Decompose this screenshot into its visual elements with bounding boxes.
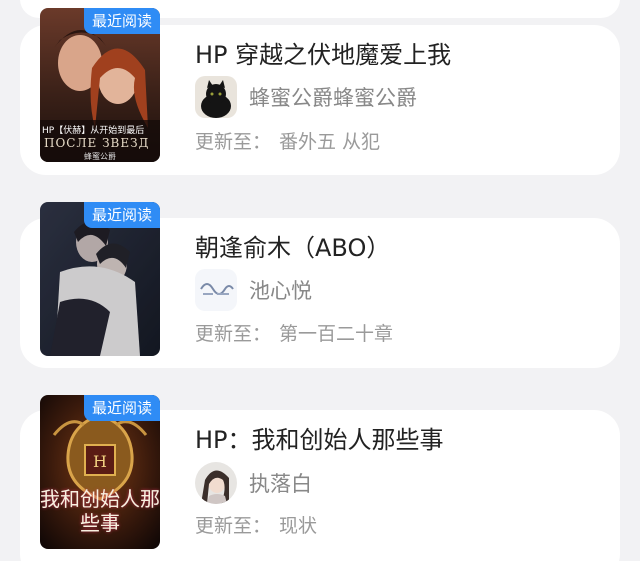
author-name: 执落白 [249, 472, 312, 496]
update-prefix: 更新至： [195, 515, 272, 537]
cover-author: 蜂蜜公爵 [84, 152, 116, 161]
update-prefix: 更新至： [195, 323, 272, 345]
update-prefix: 更新至： [195, 131, 272, 153]
book-cover[interactable]: HP【伏赫】从开始到最后 ПОСЛЕ ЗВЕЗД 蜂蜜公爵 最近阅读 [40, 8, 160, 162]
book-cover[interactable]: 最近阅读 [40, 202, 160, 356]
author-name: 池心悦 [249, 279, 312, 303]
recent-read-badge: 最近阅读 [83, 8, 160, 34]
cover-caption: HP【伏赫】从开始到最后 [42, 126, 145, 136]
update-chapter: 番外五 从犯 [279, 131, 381, 153]
update-chapter: 第一百二十章 [279, 323, 394, 345]
author-avatar [195, 76, 237, 118]
bookshelf-list: HP【伏赫】从开始到最后 ПОСЛЕ ЗВЕЗД 蜂蜜公爵 最近阅读 HP 穿越… [0, 0, 640, 561]
author-row[interactable]: 池心悦 [195, 269, 312, 311]
latest-update: 更新至： 现状 [195, 514, 317, 538]
author-avatar [195, 462, 237, 504]
cover-title: 我和创始人那些事 [40, 487, 160, 535]
book-title[interactable]: HP：我和创始人那些事 [195, 425, 444, 455]
author-row[interactable]: 执落白 [195, 462, 312, 504]
cover-subtitle: ПОСЛЕ ЗВЕЗД [44, 136, 150, 150]
book-title[interactable]: 朝逢俞木（ABO） [195, 233, 390, 263]
recent-read-badge: 最近阅读 [83, 395, 160, 421]
book-title[interactable]: HP 穿越之伏地魔爱上我 [195, 40, 451, 70]
latest-update: 更新至： 第一百二十章 [195, 322, 393, 346]
svg-text:H: H [93, 452, 107, 471]
book-cover[interactable]: H 我和创始人那些事 最近阅读 [40, 395, 160, 549]
author-name: 蜂蜜公爵蜂蜜公爵 [249, 86, 417, 110]
latest-update: 更新至： 番外五 从犯 [195, 130, 380, 154]
author-avatar [195, 269, 237, 311]
recent-read-badge: 最近阅读 [83, 202, 160, 228]
update-chapter: 现状 [279, 515, 318, 537]
author-row[interactable]: 蜂蜜公爵蜂蜜公爵 [195, 76, 417, 118]
